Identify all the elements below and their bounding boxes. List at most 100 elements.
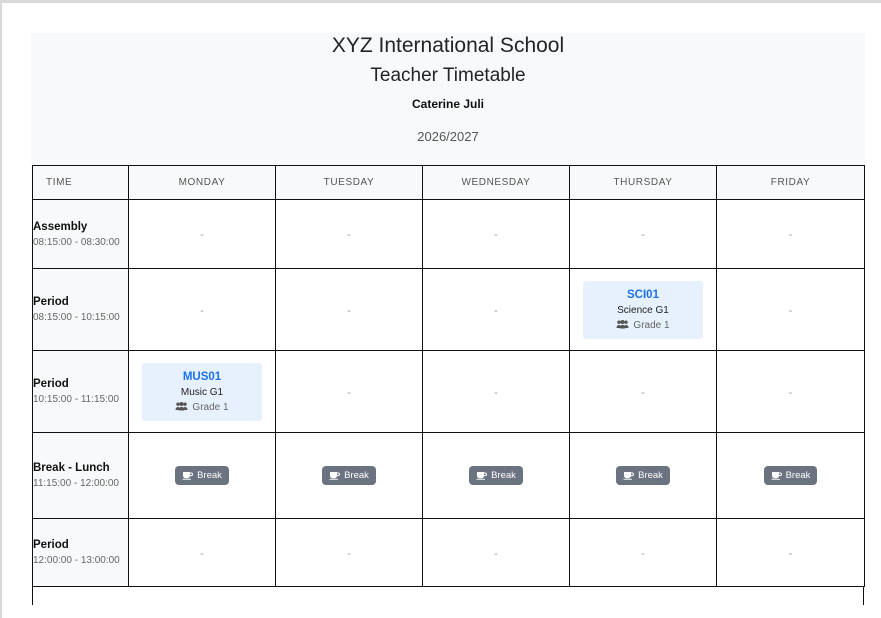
cell-tuesday: - — [275, 199, 423, 269]
academic-year: 2026/2027 — [417, 129, 479, 144]
empty-marker: - — [347, 386, 351, 399]
time-slot-cell: Period 12:00:00 - 13:00:00 — [32, 518, 129, 587]
cell-wednesday: - — [422, 268, 570, 351]
cell-monday: - — [128, 199, 276, 269]
cell-tuesday: - — [275, 350, 423, 433]
people-icon — [616, 319, 629, 328]
timetable-grid: TIME MONDAY TUESDAY WEDNESDAY THURSDAY F… — [32, 165, 865, 587]
column-header-tuesday: TUESDAY — [275, 165, 423, 200]
lesson-subject: Music G1 — [180, 386, 224, 398]
empty-marker: - — [200, 547, 204, 560]
lesson-grade-label: Grade 1 — [192, 401, 229, 413]
slot-name: Assembly — [33, 220, 88, 233]
teacher-name: Caterine Juli — [411, 97, 485, 111]
empty-marker: - — [788, 547, 793, 560]
cell-friday: - — [716, 350, 865, 433]
coffee-cup-icon — [623, 472, 635, 480]
cell-friday: Break — [716, 432, 865, 519]
break-label: Break — [785, 470, 811, 481]
table-row: Period 12:00:00 - 13:00:00 - - - - - — [32, 518, 865, 587]
empty-marker: - — [494, 386, 498, 399]
lesson-grade: Grade 1 — [142, 400, 262, 415]
lesson-card[interactable]: SCI01 Science G1 Grade 1 — [583, 280, 703, 339]
coffee-cup-icon — [476, 472, 488, 480]
cell-wednesday: - — [422, 199, 570, 269]
column-header-thursday: THURSDAY — [569, 165, 717, 200]
cell-friday: - — [716, 199, 865, 269]
lesson-grade: Grade 1 — [583, 318, 703, 333]
cell-thursday: - — [569, 518, 717, 587]
cell-monday: Break — [128, 432, 276, 519]
break-badge: Break — [616, 466, 670, 485]
header-row: TIME MONDAY TUESDAY WEDNESDAY THURSDAY F… — [32, 165, 865, 200]
time-slot-cell: Period 08:15:00 - 10:15:00 — [32, 268, 129, 351]
cell-monday: - — [128, 268, 276, 351]
empty-marker: - — [788, 386, 793, 399]
lesson-code: SCI01 — [627, 288, 659, 301]
slot-name: Period — [33, 296, 69, 308]
empty-marker: - — [494, 547, 498, 560]
slot-time: 11:15:00 - 12:00:00 — [33, 478, 119, 489]
empty-marker: - — [200, 229, 204, 241]
empty-marker: - — [641, 386, 645, 399]
school-name: XYZ International School — [331, 34, 565, 57]
cell-wednesday: Break — [422, 432, 570, 519]
empty-marker: - — [641, 547, 645, 560]
slot-time: 12:00:00 - 13:00:00 — [33, 555, 120, 566]
window-left-edge — [0, 0, 2, 618]
cell-thursday: - — [569, 350, 717, 433]
cell-thursday: Break — [569, 432, 717, 519]
empty-marker: - — [788, 304, 793, 317]
break-label: Break — [638, 470, 663, 481]
empty-marker: - — [788, 229, 793, 241]
table-continuation-right — [863, 587, 864, 605]
slot-name: Break - Lunch — [33, 462, 110, 474]
column-header-wednesday: WEDNESDAY — [422, 165, 570, 200]
cell-wednesday: - — [422, 350, 570, 433]
cell-thursday: SCI01 Science G1 Grade 1 — [569, 268, 717, 351]
lesson-card[interactable]: MUS01 Music G1 Grade 1 — [142, 362, 262, 421]
time-slot-cell: Break - Lunch 11:15:00 - 12:00:00 — [32, 432, 129, 519]
empty-marker: - — [641, 229, 645, 241]
lesson-grade-label: Grade 1 — [633, 319, 670, 331]
cell-friday: - — [716, 518, 865, 587]
table-row: Period 10:15:00 - 11:15:00 MUS01 Music G1 Gr… — [32, 350, 865, 433]
cell-tuesday: - — [275, 518, 423, 587]
window-top-edge — [0, 0, 881, 3]
coffee-cup-icon — [182, 472, 194, 480]
table-row: Period 08:15:00 - 10:15:00 - - - SCI01 Science… — [32, 268, 865, 351]
timetable-header: XYZ International School Teacher Timetab… — [31, 33, 865, 165]
break-label: Break — [491, 470, 516, 481]
empty-marker: - — [347, 304, 351, 317]
slot-time: 08:15:00 - 08:30:00 — [33, 236, 120, 248]
column-header-friday: FRIDAY — [716, 165, 865, 200]
empty-marker: - — [347, 229, 351, 241]
empty-marker: - — [494, 229, 498, 241]
break-badge: Break — [175, 466, 229, 485]
break-label: Break — [197, 470, 222, 481]
cell-monday: - — [128, 518, 276, 587]
timetable-body: Assembly 08:15:00 - 08:30:00 - - - - - Period 08… — [32, 199, 865, 587]
time-slot-cell: Assembly 08:15:00 - 08:30:00 — [32, 199, 129, 269]
coffee-cup-icon — [771, 472, 782, 480]
time-slot-cell: Period 10:15:00 - 11:15:00 — [32, 350, 129, 433]
break-badge: Break — [469, 466, 523, 485]
slot-time: 10:15:00 - 11:15:00 — [33, 394, 119, 405]
column-header-time: TIME — [32, 165, 129, 200]
slot-name: Period — [33, 539, 69, 551]
table-row: Break - Lunch 11:15:00 - 12:00:00 Break Bre… — [32, 432, 865, 519]
people-icon — [175, 401, 188, 410]
cell-friday: - — [716, 268, 865, 351]
break-badge: Break — [322, 466, 376, 485]
slot-time: 08:15:00 - 10:15:00 — [33, 312, 120, 323]
break-label: Break — [344, 470, 369, 481]
empty-marker: - — [494, 304, 498, 317]
table-continuation-left — [32, 587, 33, 605]
cell-tuesday: Break — [275, 432, 423, 519]
slot-name: Period — [33, 378, 69, 390]
lesson-subject: Science G1 — [617, 304, 669, 316]
cell-monday: MUS01 Music G1 Grade 1 — [128, 350, 276, 433]
lesson-code: MUS01 — [182, 370, 222, 383]
empty-marker: - — [347, 547, 351, 560]
cell-thursday: - — [569, 199, 717, 269]
